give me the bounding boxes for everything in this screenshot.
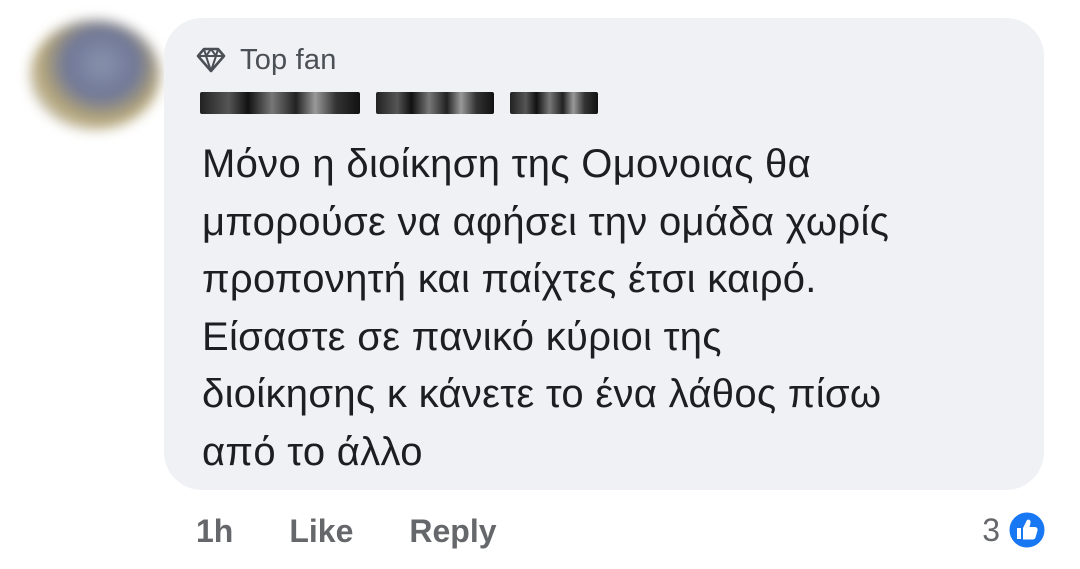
reaction-count: 3	[982, 511, 1000, 548]
comment-screen: Top fan Μόνο η διοίκηση της Ομονοιας θα …	[0, 0, 1080, 569]
like-reaction-icon	[1006, 509, 1048, 551]
redaction-block	[376, 92, 494, 114]
avatar[interactable]	[30, 20, 160, 130]
reaction-summary[interactable]: 3	[982, 508, 1048, 552]
commenter-name-redacted[interactable]	[200, 90, 598, 116]
redaction-block	[510, 92, 598, 114]
badge-label: Top fan	[240, 43, 337, 76]
top-fan-badge: Top fan	[196, 42, 337, 78]
timestamp[interactable]: 1h	[196, 513, 233, 550]
comment-text: Μόνο η διοίκηση της Ομονοιας θα μπορούσε…	[202, 142, 890, 474]
diamond-icon	[196, 45, 226, 75]
comment-actions: 1h Like Reply	[196, 506, 497, 556]
redaction-block	[200, 92, 360, 114]
like-button[interactable]: Like	[289, 513, 353, 550]
reply-button[interactable]: Reply	[409, 513, 496, 550]
